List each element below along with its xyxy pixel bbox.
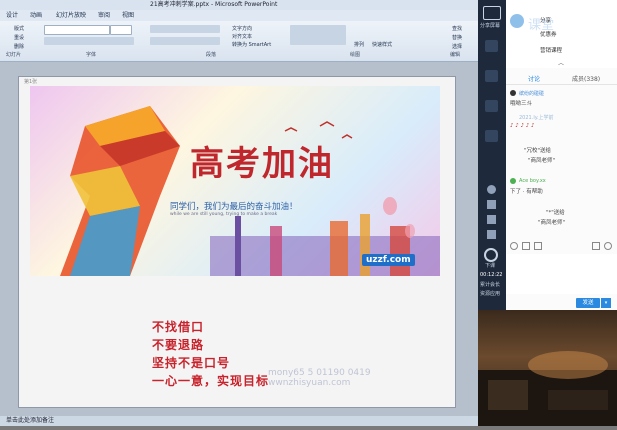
message-list: 缤纷的碰碰 哦呦三斗 2021.ly.上学前 ♪ ♪ ♪ ♪ ♪ "冗校"送给 … [506,90,617,240]
message-author: Ace boy.xx [519,178,546,184]
banner-subline: 同学们，我们为最后的奋斗加油！ [170,202,298,212]
motto-line-1: 不找借口 [152,320,205,334]
message-author: 2021.ly.上学前 [519,115,554,121]
layout-button[interactable]: 版式 [14,25,24,32]
title-bar: 21高考冲刺学案.pptx - Microsoft PowerPoint [0,0,478,10]
notes-bar[interactable]: 单击此处添加备注 [0,416,478,426]
chat-panel: 课堂 分享 优惠券 营销课程 ︿ 讨论 成员(338) 缤纷的碰碰 哦呦三斗 2… [506,0,617,310]
message-text: 下了 · 有帮助 [510,189,543,195]
menu-animation[interactable]: 动画 [30,10,42,21]
message-author: 缤纷的碰碰 [519,91,545,97]
elapsed-time: 00:12:22 [480,272,503,278]
menu-review[interactable]: 审阅 [98,10,110,21]
menu-coupon[interactable]: 优惠券 [540,30,557,38]
menu-share[interactable]: 分享 [540,16,551,24]
powerpoint-window: 21高考冲刺学案.pptx - Microsoft PowerPoint 设计 … [0,0,478,426]
send-button[interactable]: 发送 [576,298,600,308]
motto-line-2: 不要退路 [152,338,205,352]
group-label-slides: 幻灯片 [6,52,22,58]
gear-icon[interactable] [604,242,612,250]
avatar [510,90,516,96]
gift-icon[interactable] [592,242,600,250]
reset-button[interactable]: 重设 [14,34,24,41]
menu-bar: 设计 动画 幻灯片放映 审阅 视图 [0,10,478,21]
avatar [510,178,516,184]
menu-design[interactable]: 设计 [6,10,18,21]
time-caption: 累计会长 [480,282,501,288]
group-label-editing: 编辑 [450,52,461,58]
tab-bar: 讨论 成员(338) [506,72,617,85]
motto-line-4: 一心一意，实现目标 [152,374,270,388]
panel-header: 课堂 分享 优惠券 营销课程 ︿ [506,0,617,68]
message-text: ♪ ♪ ♪ ♪ ♪ [510,123,535,129]
emoji-icon[interactable] [510,242,518,250]
end-class-icon[interactable] [484,248,498,262]
alignment-buttons[interactable] [150,37,220,45]
tool-icon-4[interactable] [485,130,498,142]
select-button[interactable]: 选择 [452,43,462,50]
banner-headline: 高考加油 [190,144,334,184]
banner-logo: uzzf.com [362,254,415,266]
chevron-down-icon[interactable]: ▾ [601,298,611,308]
watermark-line-1: mony65 5 01190 0419 [268,368,371,378]
tool-sidebar: 分享屏幕 下课 00:12:22 累计会长 资源应用 [478,0,506,310]
message-text: 哦呦三斗 [510,101,533,107]
slide-number: 第1张 [24,79,38,85]
window-title: 21高考冲刺学案.pptx - Microsoft PowerPoint [150,1,278,8]
text-direction-button[interactable]: 文字方向 [232,25,252,32]
end-class-label: 下课 [485,263,496,269]
gift-text: "*"送给 [546,210,565,216]
paragraph-buttons[interactable] [150,25,220,33]
tab-discussion[interactable]: 讨论 [528,74,540,83]
group-label-font: 字体 [86,52,97,58]
delete-button[interactable]: 删除 [14,43,24,50]
font-size-select[interactable] [110,25,132,35]
menu-view[interactable]: 视图 [122,10,134,21]
watermark: mony65 5 01190 0419 wwnzhisyuan.com [268,368,371,388]
tool-icon-3[interactable] [485,100,498,112]
slide-banner-image: 高考加油 同学们，我们为最后的奋斗加油！ while we are still … [30,86,440,276]
share-screen-icon[interactable] [483,6,501,20]
menu-slideshow[interactable]: 幻灯片放映 [56,10,86,21]
ribbon: 版式 重设 删除 文字方向 对齐文本 转换为 SmartArt 排列 快速样式 … [0,21,478,62]
group-label-paragraph: 段落 [206,52,217,58]
music-icon[interactable] [487,215,496,224]
smartart-button[interactable]: 转换为 SmartArt [232,41,271,48]
scenery-graphic [478,351,617,426]
font-format-buttons[interactable] [44,37,134,45]
settings-icon[interactable] [487,230,496,239]
mic-icon[interactable] [487,185,496,194]
time-caption-2: 资源应用 [480,291,501,297]
gift-recipient: "商凤老师" [538,220,566,226]
gift-text: "冗校"送给 [524,148,552,154]
tool-icon-2[interactable] [485,70,498,82]
font-name-select[interactable] [44,25,110,35]
replace-button[interactable]: 替换 [452,34,462,41]
tab-members[interactable]: 成员(338) [572,74,600,83]
arrange-button[interactable]: 排列 [354,41,364,48]
background-photo [478,310,617,426]
group-label-drawing: 绘图 [350,52,361,58]
gift-recipient: "商凤老师" [528,158,556,164]
motto-line-3: 坚持不是口号 [152,356,231,370]
watermark-line-2: wwnzhisyuan.com [268,378,351,388]
scissors-icon[interactable] [522,242,530,250]
menu-courses[interactable]: 营销课程 [540,46,562,54]
shapes-gallery[interactable] [290,25,346,45]
camera-icon[interactable] [487,200,496,209]
share-screen-label: 分享屏幕 [480,23,501,29]
align-text-button[interactable]: 对齐文本 [232,33,252,40]
image-icon[interactable] [534,242,542,250]
tool-icon-1[interactable] [485,40,498,52]
chevron-up-icon[interactable]: ︿ [558,58,564,67]
notes-placeholder: 单击此处添加备注 [6,417,55,424]
quick-style-button[interactable]: 快速样式 [372,41,392,48]
message-input[interactable] [506,254,617,294]
banner-tagline: while we are still young, trying to make… [170,212,278,217]
play-icon [510,14,524,28]
find-button[interactable]: 查找 [452,25,462,32]
